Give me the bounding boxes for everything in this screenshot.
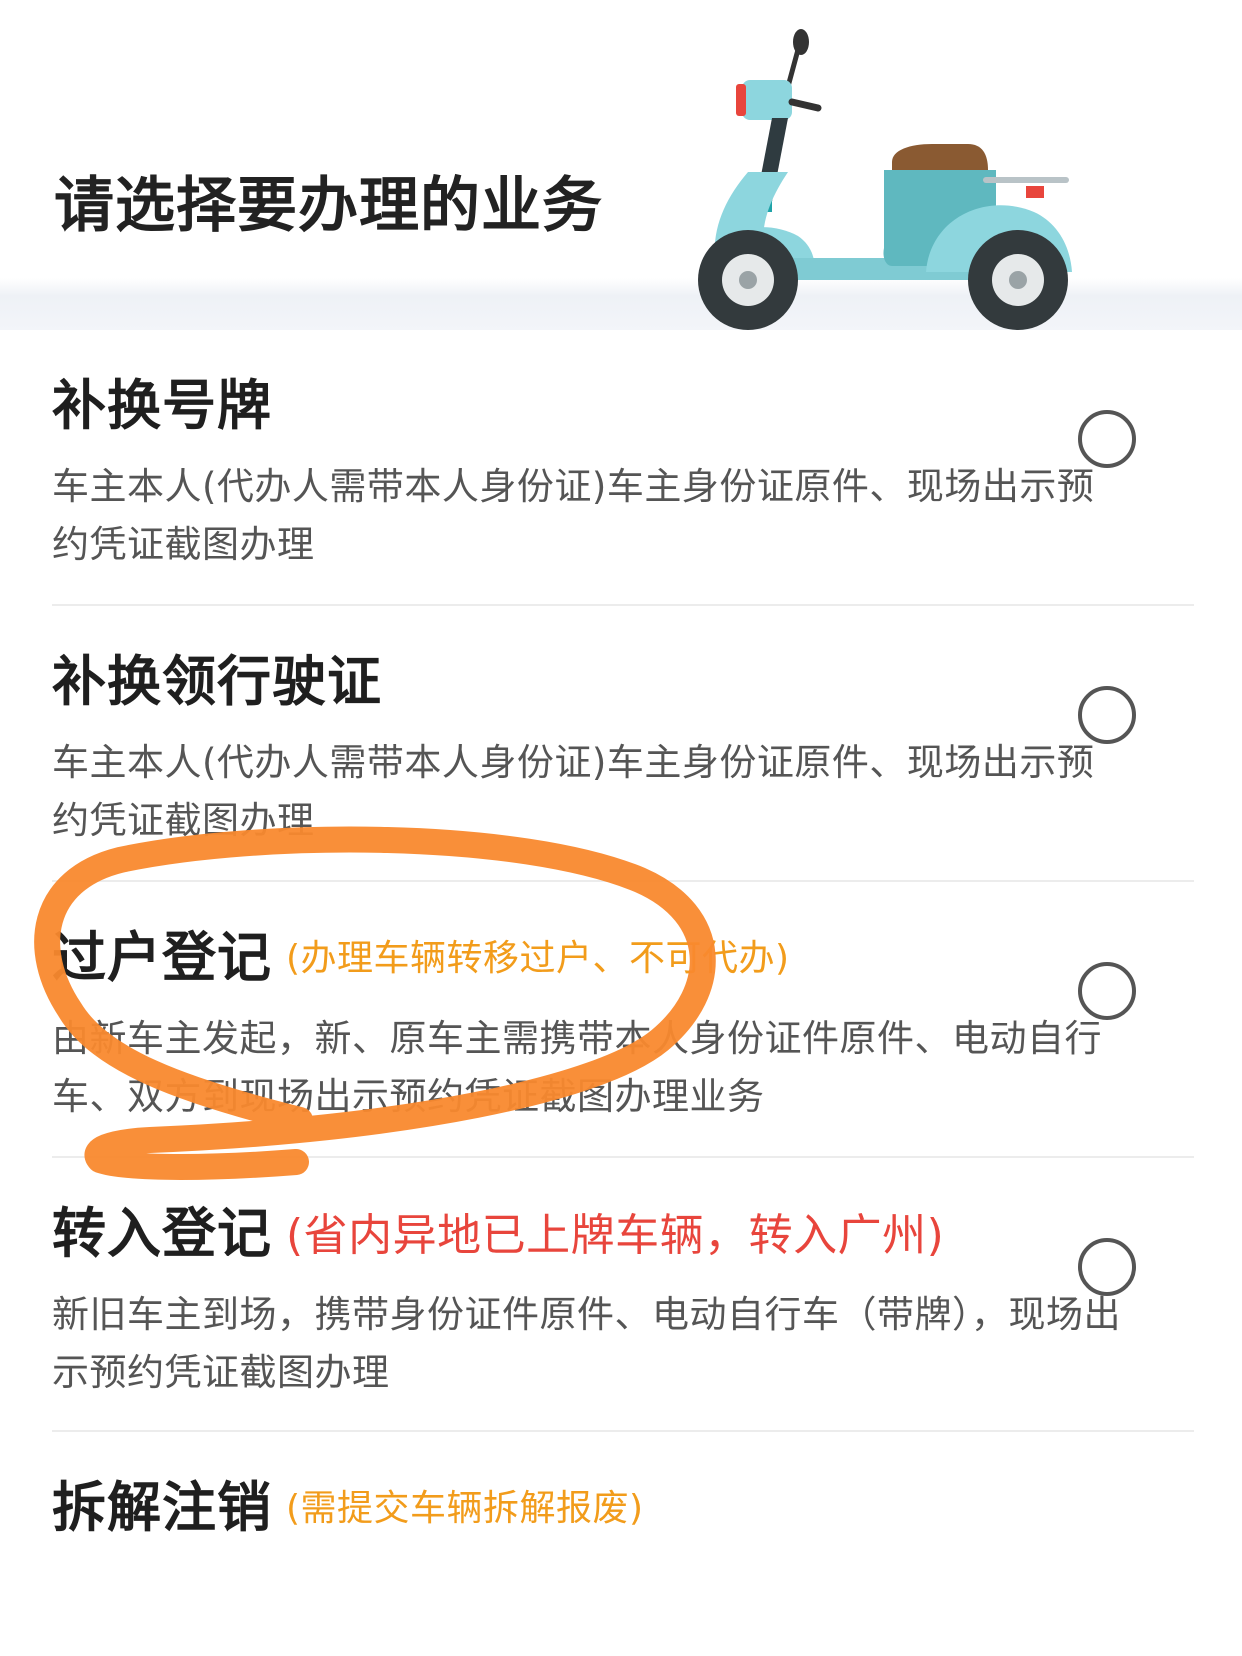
service-title-row: 拆解注销 (需提交车辆拆解报废)	[52, 1460, 644, 1544]
service-title: 拆解注销	[52, 1475, 272, 1539]
service-title: 转入登记	[52, 1201, 272, 1265]
page-title: 请选择要办理的业务	[54, 171, 603, 241]
service-title: 补换号牌	[52, 373, 272, 437]
service-note: (省内异地已上牌车辆，转入广州)	[286, 1210, 945, 1261]
service-title-row: 补换领行驶证	[52, 634, 382, 718]
service-note: (办理车辆转移过户、不可代办)	[286, 938, 790, 979]
service-title-row: 转入登记 (省内异地已上牌车辆，转入广州)	[52, 1186, 944, 1270]
service-description: 车主本人(代办人需带本人身份证)车主身份证原件、现场出示预约凭证截图办理	[52, 465, 1095, 566]
divider	[52, 604, 1194, 606]
radio-circle-icon[interactable]	[1078, 1238, 1136, 1296]
radio-circle-icon[interactable]	[1078, 686, 1136, 744]
divider	[52, 880, 1194, 882]
service-description: 由新车主发起，新、原车主需携带本人身份证件原件、电动自行车、双方到现场出示预约凭…	[52, 1017, 1102, 1118]
radio-circle-icon[interactable]	[1078, 962, 1136, 1020]
service-item-replace-license[interactable]: 补换领行驶证 车主本人(代办人需带本人身份证)车主身份证原件、现场出示预约凭证截…	[52, 634, 1194, 874]
service-description: 新旧车主到场，携带身份证件原件、电动自行车（带牌），现场出示预约凭证截图办理	[52, 1293, 1121, 1394]
service-item-transfer-in[interactable]: 转入登记 (省内异地已上牌车辆，转入广州) 新旧车主到场，携带身份证件原件、电动…	[52, 1186, 1194, 1426]
service-item-dismantle[interactable]: 拆解注销 (需提交车辆拆解报废)	[52, 1460, 1194, 1580]
divider	[52, 1430, 1194, 1432]
page-header: 请选择要办理的业务	[0, 0, 1242, 330]
service-item-transfer[interactable]: 过户登记 (办理车辆转移过户、不可代办) 由新车主发起，新、原车主需携带本人身份…	[52, 910, 1194, 1150]
service-item-replace-plate[interactable]: 补换号牌 车主本人(代办人需带本人身份证)车主身份证原件、现场出示预约凭证截图办…	[52, 358, 1194, 598]
divider	[52, 1156, 1194, 1158]
service-title-row: 补换号牌	[52, 358, 272, 442]
service-title: 补换领行驶证	[52, 649, 382, 713]
service-title: 过户登记	[52, 925, 272, 989]
service-description: 车主本人(代办人需带本人身份证)车主身份证原件、现场出示预约凭证截图办理	[52, 741, 1095, 842]
radio-circle-icon[interactable]	[1078, 410, 1136, 468]
service-note: (需提交车辆拆解报废)	[286, 1488, 644, 1529]
service-title-row: 过户登记 (办理车辆转移过户、不可代办)	[52, 910, 790, 994]
scooter-icon	[698, 29, 1072, 330]
